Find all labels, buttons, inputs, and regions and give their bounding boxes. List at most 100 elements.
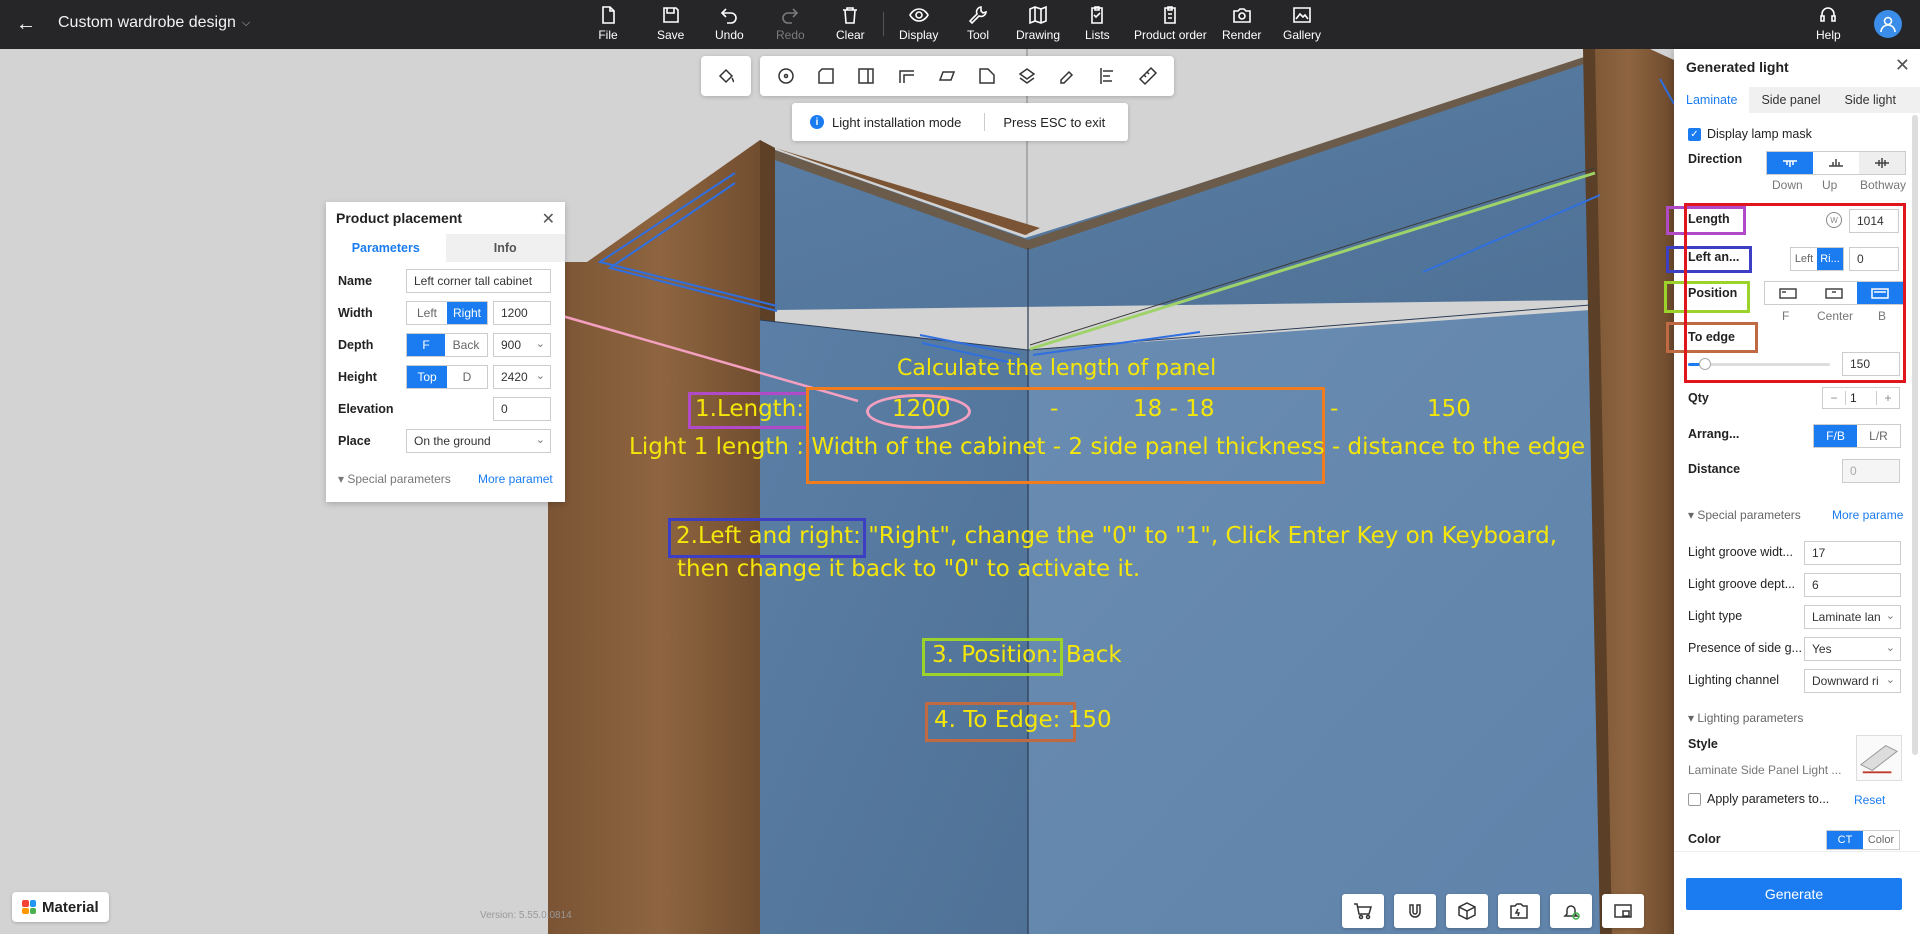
undo-button[interactable]: Undo [715, 5, 744, 45]
back-arrow-icon[interactable]: ← [14, 12, 38, 36]
display-lamp-mask[interactable]: ✓ Display lamp mask [1688, 127, 1812, 141]
lists-button[interactable]: Lists [1085, 5, 1110, 45]
trash-icon [843, 7, 858, 24]
height-down-option[interactable]: D [447, 366, 487, 388]
file-button[interactable]: File [598, 5, 618, 45]
gallery-button[interactable]: Gallery [1283, 5, 1321, 45]
groove-width-field[interactable]: 17 [1804, 541, 1901, 565]
design-title[interactable]: Custom wardrobe design ⌵ [58, 14, 250, 32]
elevation-field[interactable]: 0 [493, 397, 551, 421]
depth-select[interactable]: 900 ⌄ [493, 333, 551, 357]
checkbox-checked-icon[interactable]: ✓ [1688, 127, 1701, 141]
arrange-lr-option[interactable]: L/R [1857, 425, 1900, 447]
render-button[interactable]: Render [1222, 5, 1261, 45]
circle-point-icon[interactable] [775, 65, 797, 87]
plus-icon[interactable]: + [1877, 391, 1899, 405]
close-icon[interactable]: ✕ [542, 209, 555, 229]
map-icon [1029, 5, 1047, 25]
name-field[interactable]: Left corner tall cabinet [406, 269, 551, 293]
drawing-button[interactable]: Drawing [1016, 5, 1060, 45]
color-mode-toggle: CT Color [1826, 830, 1900, 850]
groove-depth-field[interactable]: 6 [1804, 573, 1901, 597]
version-label: Version: 5.55.0.0814 [480, 910, 572, 921]
close-icon[interactable]: ✕ [1895, 55, 1910, 76]
clear-button[interactable]: Clear [836, 5, 865, 45]
color-option[interactable]: Color [1863, 831, 1899, 849]
screenshot-icon[interactable] [1498, 894, 1540, 928]
depth-back-option[interactable]: Back [445, 334, 487, 356]
width-field[interactable]: 1200 [493, 301, 551, 325]
tab-info[interactable]: Info [445, 234, 565, 262]
preview-window-icon[interactable] [1602, 894, 1644, 928]
material-button[interactable]: Material [12, 892, 109, 922]
direction-up-option[interactable] [1813, 152, 1859, 174]
tab-side-light[interactable]: Side light [1833, 87, 1908, 113]
depth-front-option[interactable]: F [407, 334, 445, 356]
brush-icon[interactable] [1056, 65, 1078, 87]
arrange-fb-option[interactable]: F/B [1814, 425, 1857, 447]
special-parameters-toggle[interactable]: ▾ Special parameters [338, 472, 451, 486]
reset-link[interactable]: Reset [1854, 793, 1885, 807]
chevron-down-icon: ⌄ [535, 338, 545, 350]
3d-viewport[interactable]: i Light installation mode Press ESC to e… [0, 49, 1920, 934]
style-thumbnail[interactable] [1856, 735, 1902, 781]
save-button[interactable]: Save [657, 5, 684, 45]
help-button[interactable]: Help [1816, 5, 1841, 45]
light-strip-thumbnail-icon [1859, 745, 1899, 774]
minus-icon[interactable]: − [1823, 391, 1845, 405]
height-anchor-toggle: Top D [406, 365, 488, 389]
tab-parameters[interactable]: Parameters [326, 234, 446, 262]
place-select[interactable]: On the ground ⌄ [406, 429, 551, 453]
width-right-option[interactable]: Right [447, 302, 487, 324]
direction-up-label: Up [1822, 178, 1838, 192]
corner-cut-icon[interactable] [815, 65, 837, 87]
bevel-icon[interactable] [976, 65, 998, 87]
redo-icon [782, 8, 799, 24]
redo-button[interactable]: Redo [776, 5, 805, 45]
light-type-select[interactable]: Laminate lan ⌄ [1804, 605, 1901, 629]
more-parameters-link[interactable]: More paramet [478, 472, 553, 486]
checkbox-unchecked-icon[interactable] [1688, 792, 1701, 806]
side-panel-icon[interactable] [855, 65, 877, 87]
height-label: Height [338, 370, 377, 384]
height-select[interactable]: 2420 ⌄ [493, 365, 551, 389]
generate-button[interactable]: Generate [1686, 878, 1902, 910]
place-label: Place [338, 434, 371, 448]
layers-icon[interactable] [1016, 65, 1038, 87]
light-check-icon[interactable] [1550, 894, 1592, 928]
align-icon[interactable] [1097, 65, 1119, 87]
tab-side-panel[interactable]: Side panel [1749, 87, 1832, 113]
lighting-parameters-toggle[interactable]: ▾ Lighting parameters [1688, 711, 1803, 725]
cube-icon[interactable] [1446, 894, 1488, 928]
side-groove-label: Presence of side g... [1688, 641, 1802, 655]
height-top-option[interactable]: Top [407, 366, 447, 388]
more-parameters-link[interactable]: More parame [1832, 508, 1903, 522]
direction-bothway-option[interactable] [1859, 152, 1905, 174]
paint-tool-button[interactable] [701, 56, 751, 96]
display-button[interactable]: Display [899, 5, 938, 45]
eye-icon [908, 8, 929, 22]
wrench-icon [968, 6, 987, 25]
avatar[interactable] [1874, 10, 1902, 38]
width-left-option[interactable]: Left [407, 302, 447, 324]
cart-icon[interactable] [1342, 894, 1384, 928]
depth-anchor-toggle: F Back [406, 333, 488, 357]
parallelogram-icon[interactable] [936, 65, 958, 87]
distance-field[interactable]: 0 [1842, 459, 1900, 483]
qty-stepper[interactable]: − 1 + [1822, 387, 1900, 409]
ruler-icon[interactable] [1137, 65, 1159, 87]
color-label: Color [1688, 832, 1721, 846]
apply-parameters-option[interactable]: Apply parameters to... [1688, 792, 1829, 806]
annotation-red-frame [1684, 203, 1906, 383]
tool-button[interactable]: Tool [967, 5, 989, 45]
side-groove-select[interactable]: Yes ⌄ [1804, 637, 1901, 661]
product-order-button[interactable]: Product order [1134, 5, 1207, 45]
magnet-icon[interactable] [1394, 894, 1436, 928]
direction-down-option[interactable] [1767, 152, 1813, 174]
lighting-channel-select[interactable]: Downward ri ⌄ [1804, 669, 1901, 693]
l-shape-icon[interactable] [896, 65, 918, 87]
tab-laminate[interactable]: Laminate [1674, 87, 1750, 113]
color-ct-option[interactable]: CT [1827, 831, 1863, 849]
panel-scrollbar[interactable] [1912, 115, 1918, 755]
special-parameters-toggle[interactable]: ▾ Special parameters [1688, 508, 1801, 522]
